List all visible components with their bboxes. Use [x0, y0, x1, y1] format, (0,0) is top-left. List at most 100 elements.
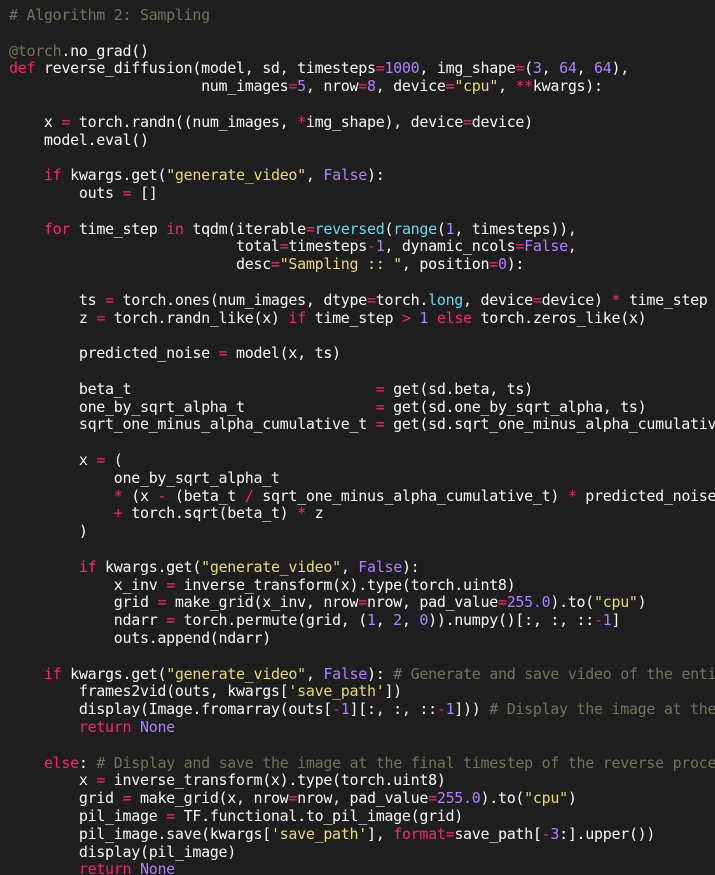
- code-token-plain: (beta_t: [166, 486, 245, 505]
- code-token-plain: model.eval(): [9, 130, 149, 149]
- code-token-plain: frames2vid(outs, kwargs[: [9, 682, 289, 701]
- code-line[interactable]: * (x - (beta_t / sqrt_one_minus_alpha_cu…: [9, 487, 715, 505]
- code-token-keyword: if: [43, 664, 62, 683]
- code-token-number: 2: [393, 611, 402, 630]
- code-line[interactable]: x = torch.randn((num_images, *img_shape)…: [9, 113, 533, 131]
- code-token-plain: timesteps: [288, 237, 367, 256]
- code-line[interactable]: ndarr = torch.permute(grid, (1, 2, 0)).n…: [9, 611, 621, 630]
- code-token-op: /: [244, 486, 254, 505]
- code-token-plain: , timesteps)),: [454, 219, 577, 238]
- code-token-plain: torch.ones(num_images, dtype: [113, 290, 368, 309]
- code-line[interactable]: for time_step in tqdm(iterable=reversed(…: [9, 220, 577, 238]
- code-token-plain: , position: [401, 255, 490, 274]
- code-token-plain: x: [9, 451, 97, 469]
- code-token-plain: ,: [497, 77, 516, 96]
- code-line[interactable]: display(pil_image): [9, 843, 236, 861]
- code-token-const: False: [323, 664, 368, 683]
- code-line[interactable]: x_inv = inverse_transform(x).type(torch.…: [9, 576, 516, 594]
- code-line[interactable]: desc="Sampling :: ", position=0):: [9, 255, 524, 273]
- code-line[interactable]: if kwargs.get("generate_video", False):: [9, 166, 385, 185]
- code-token-number: 255.0: [436, 789, 481, 808]
- code-line[interactable]: grid = make_grid(x_inv, nrow=nrow, pad_v…: [9, 593, 647, 612]
- code-token-op: -: [332, 700, 341, 719]
- code-token-plain: time_step: [305, 308, 402, 327]
- code-token-plain: nrow, pad_value: [297, 789, 429, 808]
- code-token-plain: get(sd.one_by_sqrt_alpha, ts): [384, 397, 647, 416]
- code-token-string: "cpu": [524, 789, 568, 808]
- code-token-keyword: if: [43, 166, 62, 185]
- code-line[interactable]: @torch.no_grad(): [9, 42, 149, 60]
- code-line[interactable]: if kwargs.get("generate_video", False): …: [9, 665, 715, 683]
- code-line[interactable]: x = inverse_transform(x).type(torch.uint…: [9, 771, 446, 789]
- code-line[interactable]: frames2vid(outs, kwargs['save_path']): [9, 682, 402, 700]
- code-line[interactable]: outs = []: [9, 184, 158, 202]
- code-token-plain: x: [9, 112, 62, 131]
- code-line[interactable]: else: # Display and save the image at th…: [9, 754, 715, 772]
- code-token-plain: ): [637, 593, 647, 612]
- code-token-plain: get(sd.sqrt_one_minus_alpha_cumulative_t…: [393, 415, 715, 434]
- code-token-number: 8: [366, 77, 376, 96]
- code-line[interactable]: grid = make_grid(x, nrow=nrow, pad_value…: [9, 789, 577, 807]
- code-token-plain: make_grid(x_inv, nrow: [166, 593, 359, 612]
- code-token-builtin: reversed: [314, 219, 385, 238]
- code-token-plain: grid: [9, 789, 123, 808]
- code-line[interactable]: one_by_sqrt_alpha_t = get(sd.one_by_sqrt…: [9, 397, 647, 416]
- code-line[interactable]: predicted_noise = model(x, ts): [9, 344, 341, 362]
- code-token-op: =: [61, 112, 71, 131]
- code-line[interactable]: x = (: [9, 451, 123, 469]
- code-line[interactable]: num_images=5, nrow=8, device="cpu", **kw…: [9, 77, 603, 95]
- code-line[interactable]: z = torch.randn_like(x) if time_step > 1…: [9, 308, 647, 327]
- code-editor[interactable]: # Algorithm 2: Sampling @torch.no_grad() d…: [0, 0, 715, 875]
- code-token-plain: torch.permute(grid, (: [174, 611, 368, 630]
- code-token-op: **: [515, 77, 533, 96]
- code-line[interactable]: if kwargs.get("generate_video", False):: [9, 557, 420, 576]
- code-line[interactable]: ): [9, 522, 88, 540]
- code-token-plain: torch.: [375, 290, 429, 309]
- code-token-plain: ]): [384, 682, 402, 701]
- code-token-number: 1: [419, 308, 429, 327]
- code-line[interactable]: + torch.sqrt(beta_t) * z: [9, 504, 324, 523]
- code-line[interactable]: def reverse_diffusion(model, sd, timeste…: [9, 59, 629, 77]
- code-line[interactable]: total=timesteps-1, dynamic_ncols=False,: [9, 237, 577, 255]
- code-token-plain: z: [9, 308, 97, 327]
- code-token-plain: )).numpy()[:, :, ::: [428, 611, 594, 630]
- code-line[interactable]: pil_image.save(kwargs['save_path'], form…: [9, 824, 656, 843]
- code-token-plain: inverse_transform(x).type(torch.uint8): [105, 771, 446, 790]
- code-token-plain: , nrow: [305, 77, 359, 96]
- code-token-number: 1: [340, 700, 350, 719]
- code-token-plain: kwargs.get(: [96, 557, 202, 576]
- code-token-number: 64: [559, 59, 577, 78]
- code-token-plain: save_path[: [454, 824, 542, 843]
- code-token-op: *: [297, 504, 306, 523]
- code-line[interactable]: return None: [9, 718, 175, 736]
- code-line[interactable]: # Algorithm 2: Sampling: [9, 6, 210, 24]
- code-line[interactable]: display(Image.fromarray(outs[-1][:, :, :…: [9, 700, 715, 718]
- code-line[interactable]: one_by_sqrt_alpha_t: [9, 469, 280, 487]
- code-token-plain: :: [78, 753, 97, 772]
- code-token-op: =: [157, 593, 167, 612]
- code-token-plain: num_images: [9, 77, 289, 96]
- code-token-number: 0: [419, 611, 429, 630]
- code-line[interactable]: outs.append(ndarr): [9, 629, 271, 647]
- code-line[interactable]: pil_image = TF.functional.to_pil_image(g…: [9, 807, 463, 825]
- code-line[interactable]: sqrt_one_minus_alpha_cumulative_t = get(…: [9, 415, 715, 433]
- code-token-op: =: [515, 237, 525, 256]
- code-line[interactable]: return None: [9, 860, 175, 875]
- code-token-plain: x: [9, 771, 97, 790]
- code-token-op: =: [515, 59, 525, 78]
- code-token-keyword: return: [78, 860, 132, 875]
- code-line[interactable]: ts = torch.ones(num_images, dtype=torch.…: [9, 291, 708, 309]
- code-line[interactable]: beta_t = get(sd.beta, ts): [9, 380, 533, 398]
- code-token-number: 3: [550, 824, 560, 843]
- code-token-plain: sqrt_one_minus_alpha_cumulative_t: [9, 415, 376, 434]
- code-token-comment: # Display and save the image at the fina…: [96, 753, 715, 772]
- code-token-plain: predicted_noise: [9, 344, 219, 363]
- code-token-plain: (: [436, 219, 446, 238]
- code-token-plain: ]: [611, 611, 621, 630]
- code-line[interactable]: model.eval(): [9, 131, 149, 149]
- code-token-op: =: [218, 344, 228, 363]
- code-token-const: False: [323, 166, 368, 185]
